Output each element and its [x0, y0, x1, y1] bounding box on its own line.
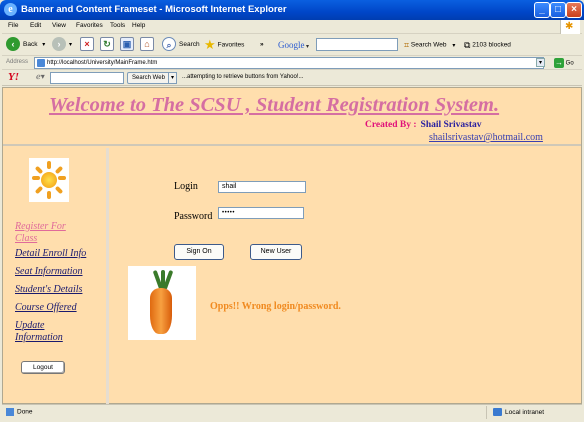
yahoo-search-dropdown[interactable]: ▾	[168, 72, 177, 84]
chevron-down-icon: ▾	[69, 42, 73, 48]
search-button[interactable]: ⌕ Search	[162, 37, 200, 53]
password-input[interactable]: •••••	[218, 207, 304, 219]
author-name: Shail Srivastav	[420, 120, 482, 130]
ie-icon: e	[4, 3, 17, 16]
stop-button[interactable]: ×	[80, 37, 94, 53]
menu-tools[interactable]: Tools	[110, 22, 125, 29]
popup-blocker-button[interactable]: ⧉ 2103 blocked	[464, 37, 511, 53]
yahoo-toolbar: Y! ℯ▾ Search Web ▾ ...attempting to retr…	[2, 70, 582, 86]
search-web-button[interactable]: ⌗ Search Web ▾	[404, 37, 455, 53]
yahoo-status-message: ...attempting to retrieve buttons from Y…	[182, 74, 304, 80]
yahoo-edit-icon[interactable]: ℯ▾	[36, 72, 45, 81]
menu-file[interactable]: File	[8, 22, 18, 29]
status-text-wrap: Done	[6, 408, 33, 416]
back-arrow-icon: ‹	[6, 37, 20, 52]
address-label: Address	[6, 59, 29, 65]
chevron-down-icon: ▾	[452, 42, 456, 49]
star-icon: ★	[204, 37, 216, 52]
back-button[interactable]: ‹ Back ▾	[6, 37, 45, 53]
menu-help[interactable]: Help	[132, 22, 145, 29]
intranet-icon	[493, 408, 502, 417]
go-button[interactable]: → Go	[554, 58, 574, 68]
menu-edit[interactable]: Edit	[30, 22, 41, 29]
page-done-icon	[6, 408, 14, 416]
maximize-button[interactable]: □	[550, 2, 566, 18]
password-label: Password	[174, 211, 213, 222]
address-dropdown-button[interactable]: ▾	[536, 58, 545, 67]
forward-arrow-icon: ›	[52, 37, 66, 52]
address-input[interactable]: http://localhost/University/MainFrame.ht…	[34, 57, 544, 69]
back-label: Back	[23, 41, 38, 48]
banner-frame: Welcome to The SCSU , Student Registrati…	[3, 88, 581, 146]
yahoo-search-input[interactable]	[50, 72, 124, 84]
zone-label: Local intranet	[505, 409, 545, 416]
menu-view[interactable]: View	[52, 22, 66, 29]
nav-course-offered[interactable]: Course Offered	[15, 302, 77, 314]
windows-logo-icon: ✱	[560, 20, 580, 34]
go-arrow-icon: →	[554, 58, 564, 68]
google-label: Google	[278, 40, 305, 50]
sign-on-button[interactable]: Sign On	[174, 244, 224, 260]
search-web-label: Search Web	[410, 41, 447, 49]
title-bar: e Banner and Content Frameset - Microsof…	[0, 0, 584, 20]
yahoo-logo[interactable]: Y!	[8, 71, 19, 83]
google-logo: Google ▾	[278, 40, 310, 50]
search-label: Search	[179, 41, 200, 48]
menu-bar: File Edit View Favorites Tools Help	[2, 20, 582, 34]
nav-register-for-class[interactable]: Register For Class	[15, 221, 85, 245]
address-bar: Address http://localhost/University/Main…	[2, 56, 582, 70]
google-search-input[interactable]	[316, 38, 398, 51]
author-email-link[interactable]: shailsrivastav@hotmail.com	[429, 132, 543, 143]
chevron-down-icon: ▾	[42, 42, 46, 48]
toolbar-overflow-button[interactable]: »	[260, 37, 264, 53]
media-icon: ▣	[120, 37, 134, 52]
main-frame: Login shail Password ••••• Sign On New U…	[112, 148, 581, 405]
address-url: http://localhost/University/MainFrame.ht…	[47, 60, 158, 66]
nav-seat-information[interactable]: Seat Information	[15, 266, 83, 278]
close-button[interactable]: ×	[566, 2, 582, 18]
page-content: Welcome to The SCSU , Student Registrati…	[2, 87, 582, 405]
created-by: Created By : Shail Srivastav	[365, 120, 482, 130]
created-by-label: Created By :	[365, 120, 417, 130]
media-button[interactable]: ▣	[120, 37, 134, 53]
nav-students-details[interactable]: Student's Details	[15, 284, 82, 296]
favorites-button[interactable]: ★ Favorites	[204, 37, 244, 53]
go-label: Go	[565, 60, 574, 67]
blocked-count: 2103 blocked	[472, 41, 511, 49]
binoculars-icon: ⌗	[404, 40, 410, 50]
minimize-button[interactable]: _	[534, 2, 550, 18]
error-message: Opps!! Wrong login/password.	[210, 301, 341, 312]
refresh-button[interactable]: ↻	[100, 37, 114, 53]
navigation-frame: Register For Class Detail Enroll Info Se…	[3, 148, 109, 405]
stop-icon: ×	[80, 37, 94, 52]
toolbar: ‹ Back ▾ › ▾ × ↻ ▣ ⌂ ⌕ Search ★ Favorites » …	[2, 34, 582, 56]
home-button[interactable]: ⌂	[140, 37, 154, 53]
status-text: Done	[17, 408, 33, 416]
logout-button[interactable]: Logout	[21, 361, 65, 374]
status-bar: Done Local intranet	[2, 404, 582, 420]
nav-detail-enroll-info[interactable]: Detail Enroll Info	[15, 248, 86, 260]
login-input[interactable]: shail	[218, 181, 306, 193]
menu-favorites[interactable]: Favorites	[76, 22, 103, 29]
sun-logo-icon	[29, 158, 69, 202]
refresh-icon: ↻	[100, 37, 114, 52]
search-icon: ⌕	[162, 37, 176, 52]
home-icon: ⌂	[140, 37, 154, 52]
forward-button[interactable]: › ▾	[52, 37, 72, 53]
popup-blocker-icon: ⧉	[464, 40, 471, 50]
carrot-mascot-icon	[128, 266, 196, 340]
favorites-label: Favorites	[217, 41, 245, 49]
nav-update-information[interactable]: Update Information	[15, 320, 85, 344]
security-zone: Local intranet	[486, 406, 580, 419]
page-icon	[37, 59, 45, 67]
welcome-heading: Welcome to The SCSU , Student Registrati…	[49, 94, 500, 116]
window-title: Banner and Content Frameset - Microsoft …	[21, 4, 287, 15]
login-label: Login	[174, 181, 198, 192]
yahoo-search-button[interactable]: Search Web	[127, 72, 170, 84]
new-user-button[interactable]: New User	[250, 244, 302, 260]
